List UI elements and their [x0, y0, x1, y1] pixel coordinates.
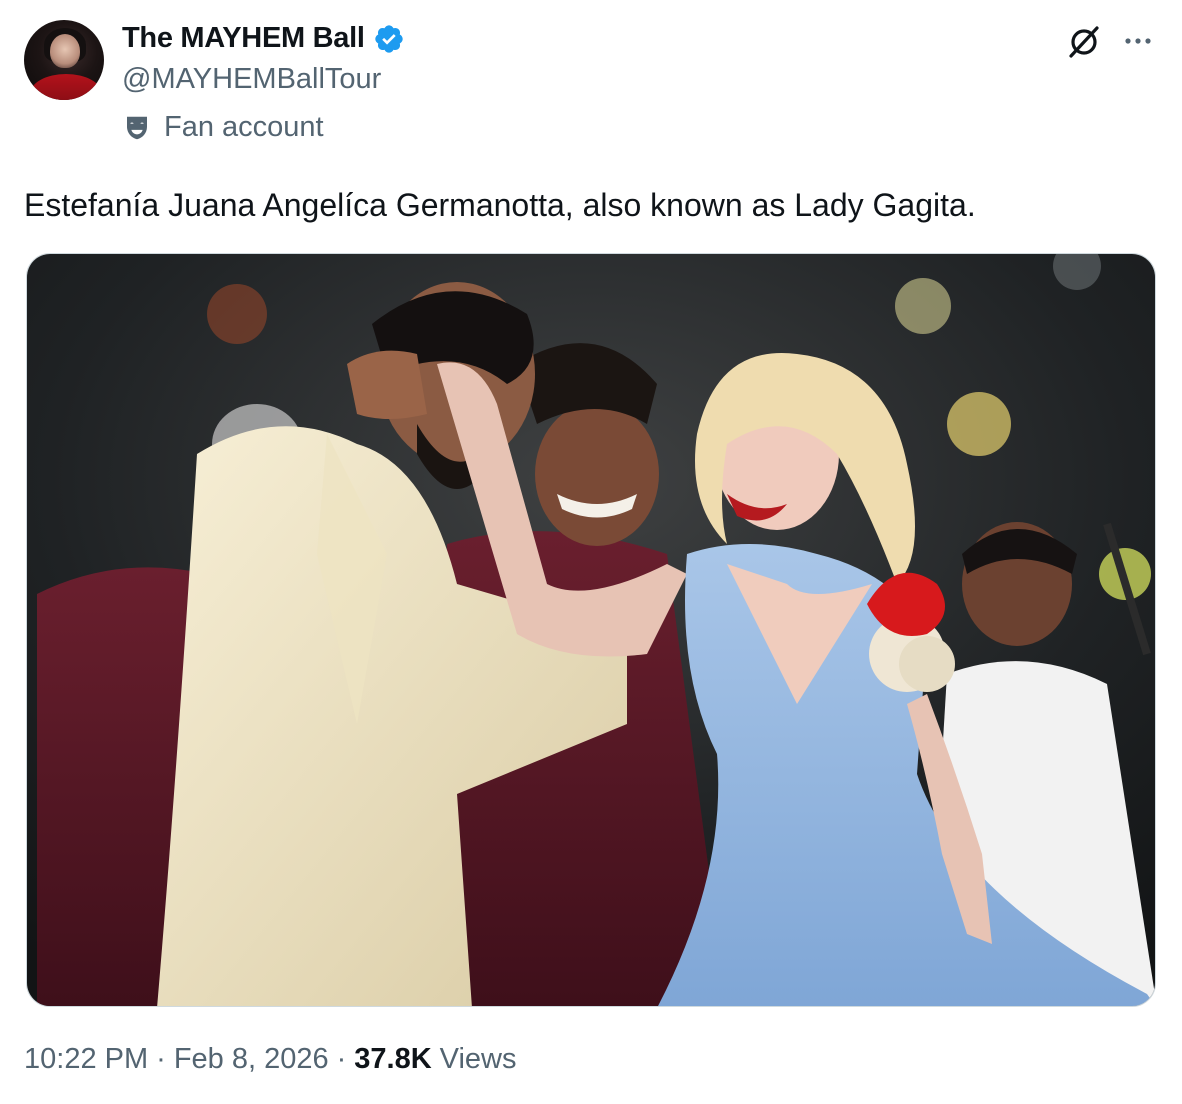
views-count: 37.8K: [354, 1043, 432, 1075]
author-name-row[interactable]: The MAYHEM Ball: [122, 22, 405, 55]
tweet-time[interactable]: 10:22 PM: [24, 1043, 148, 1076]
more-options-icon[interactable]: [1120, 24, 1156, 60]
avatar-face: [50, 34, 80, 68]
meta-separator: ·: [336, 1043, 347, 1075]
fan-account-label-row: Fan account: [122, 111, 324, 144]
author-display-name[interactable]: The MAYHEM Ball: [122, 22, 365, 55]
meta-separator: ·: [156, 1043, 166, 1075]
theater-mask-icon: [122, 113, 152, 143]
grok-icon[interactable]: [1064, 22, 1104, 62]
tweet-meta: 10:22 PM · Feb 8, 2026 · 37.8K Views: [24, 1043, 517, 1076]
tweet-text: Estefanía Juana Angelíca Germanotta, als…: [24, 187, 976, 223]
views-label: Views: [439, 1043, 517, 1075]
fan-account-label: Fan account: [164, 111, 324, 143]
author-handle[interactable]: @MAYHEMBallTour: [122, 63, 381, 96]
avatar-dress: [30, 74, 102, 100]
tweet-date[interactable]: Feb 8, 2026: [174, 1043, 329, 1076]
avatar[interactable]: [24, 20, 104, 100]
photo-illustration: [27, 254, 1155, 1006]
verified-badge-icon[interactable]: [373, 23, 405, 55]
tweet-photo[interactable]: [26, 253, 1156, 1007]
